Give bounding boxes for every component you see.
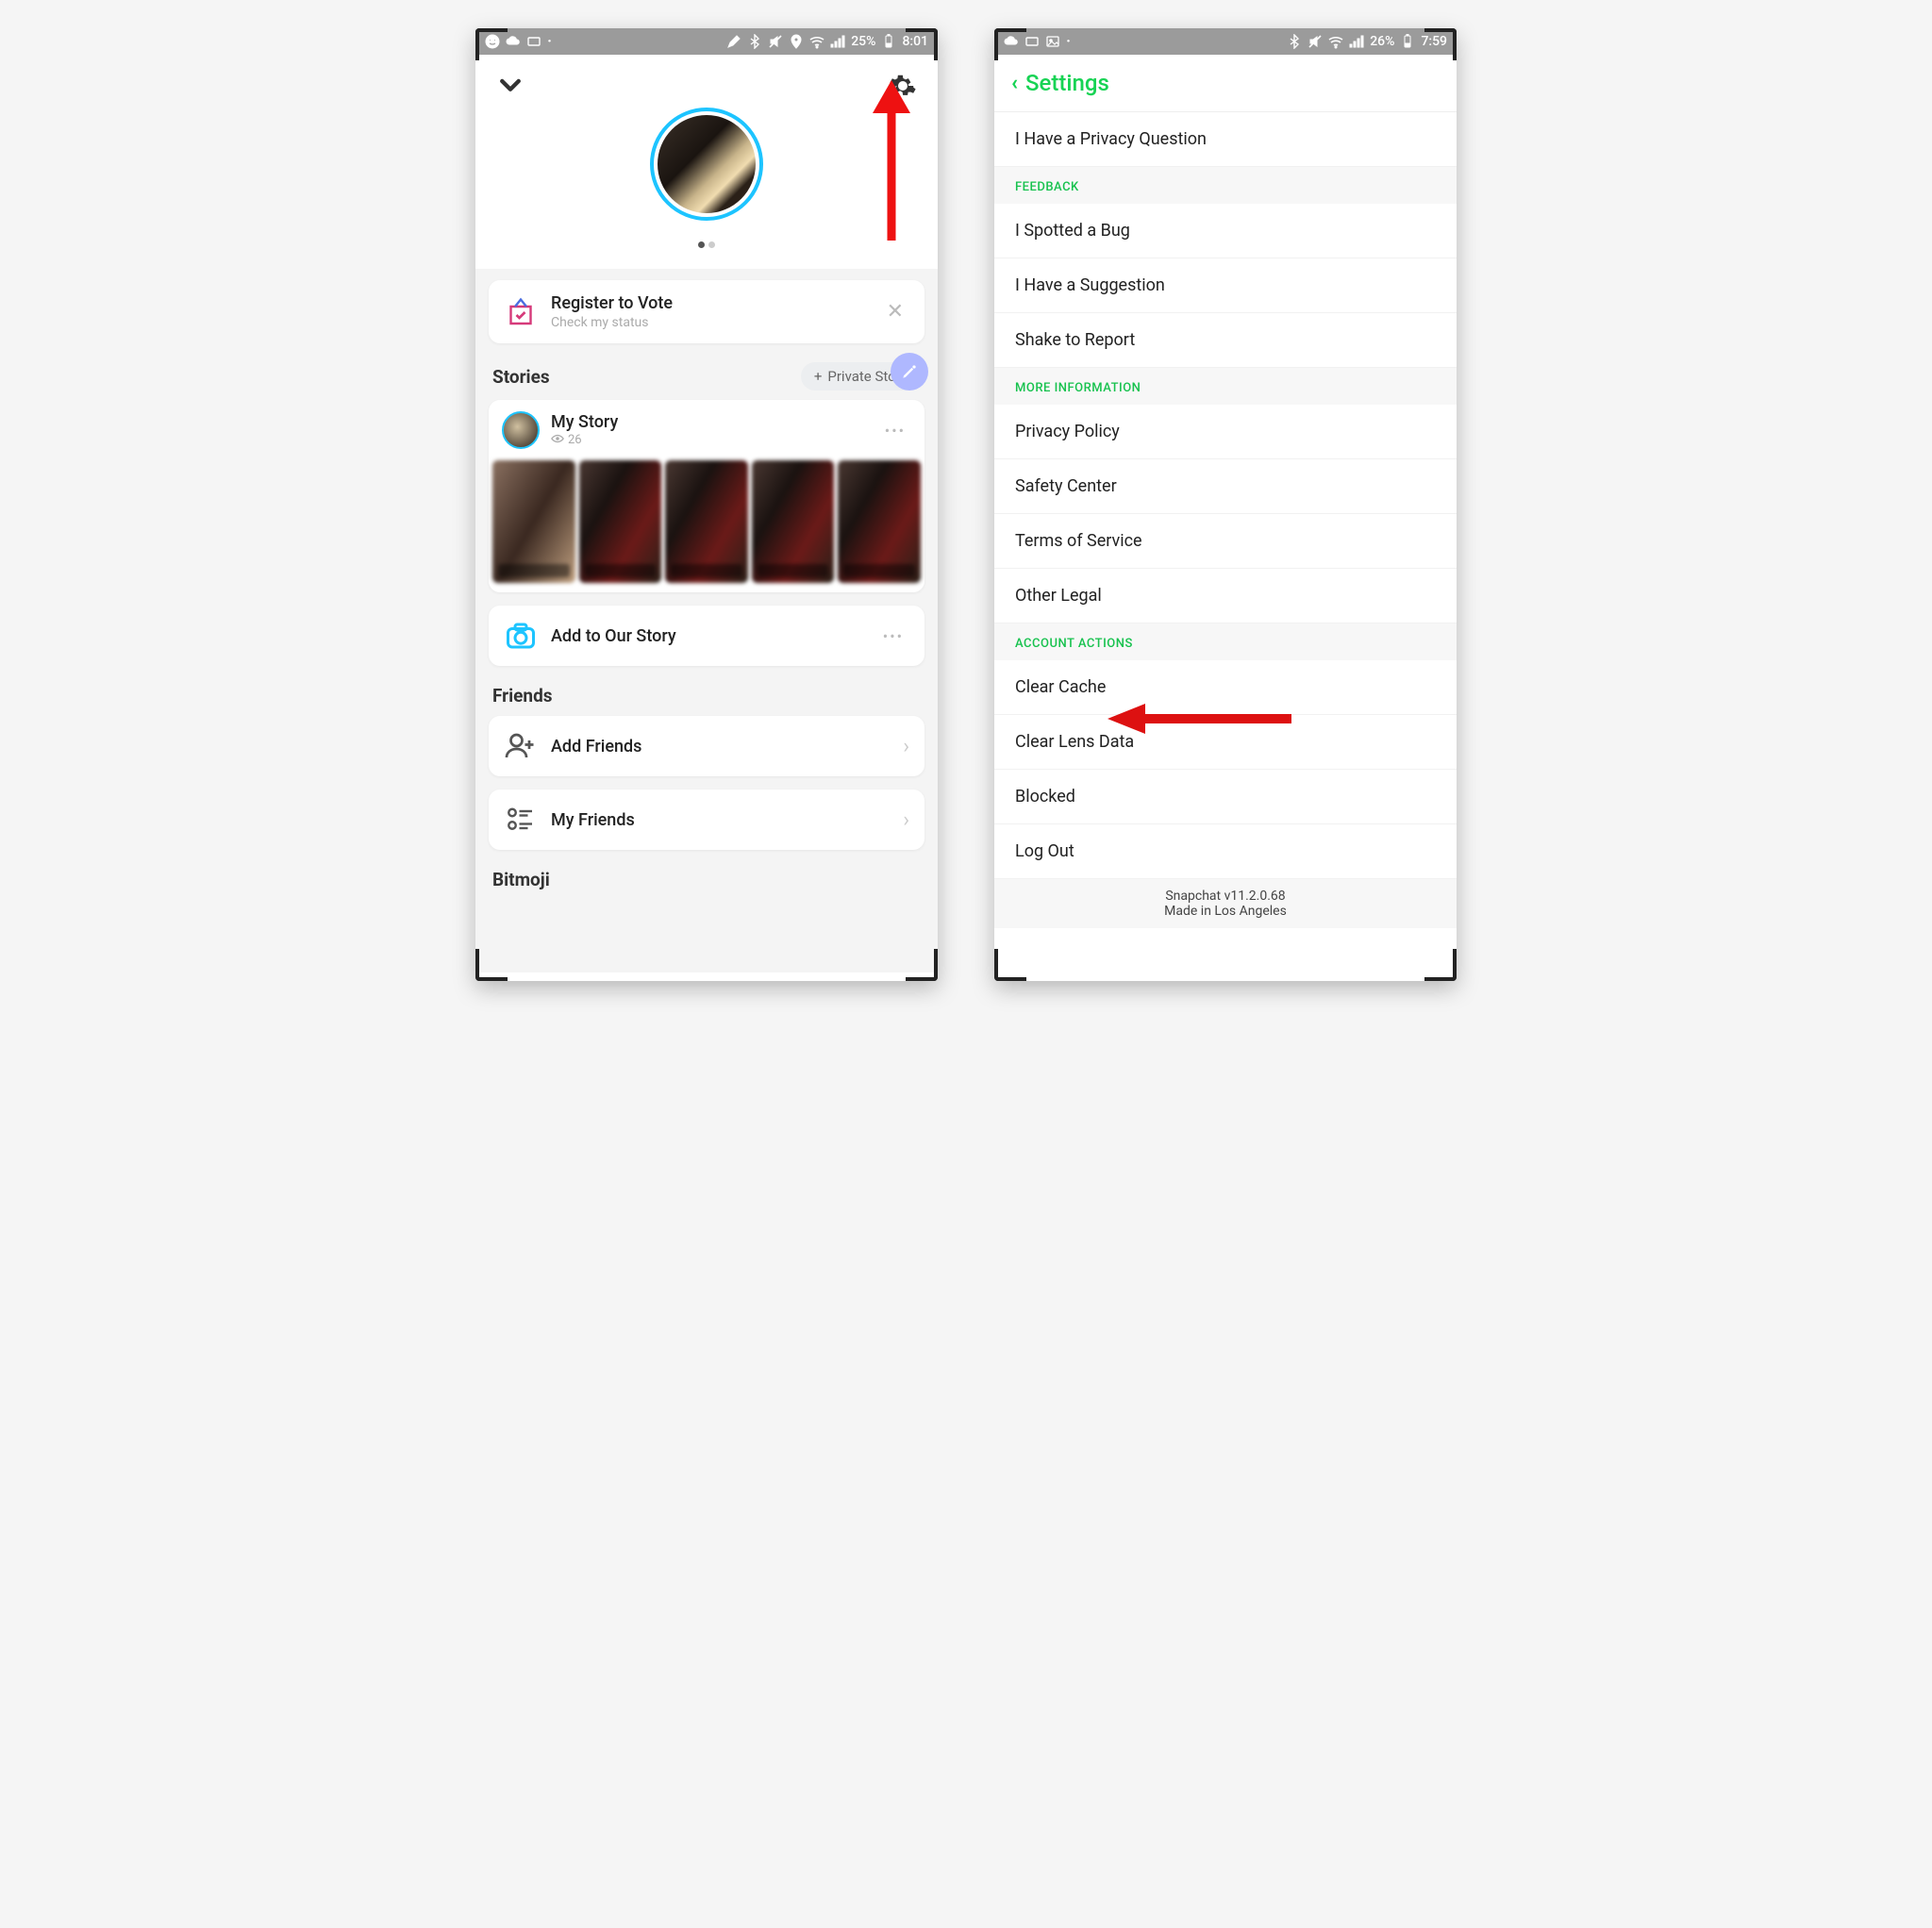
- frame-corner: [906, 28, 938, 60]
- logout-row[interactable]: Log Out: [994, 824, 1457, 879]
- card-icon: [1024, 34, 1040, 49]
- shake-report-row[interactable]: Shake to Report: [994, 313, 1457, 368]
- tos-row[interactable]: Terms of Service: [994, 514, 1457, 569]
- add-friends-label: Add Friends: [551, 737, 641, 756]
- eye-icon: [551, 432, 564, 449]
- battery-icon: [881, 34, 896, 49]
- my-story-card[interactable]: My Story 26 •••: [489, 400, 924, 592]
- profile-screen: · 25% 8:01: [475, 28, 938, 981]
- clear-cache-row[interactable]: Clear Cache: [994, 660, 1457, 715]
- vote-subtitle: Check my status: [551, 315, 673, 330]
- battery-text: 26%: [1370, 34, 1394, 49]
- settings-footer: Snapchat v11.2.0.68 Made in Los Angeles: [994, 879, 1457, 928]
- my-story-label: My Story: [551, 412, 618, 432]
- settings-screen: · 26% 7:59 ‹ Settings I Have a Privacy Q…: [994, 28, 1457, 981]
- status-bar: · 25% 8:01: [475, 28, 938, 55]
- view-count: 26: [568, 433, 582, 447]
- battery-icon: [1400, 34, 1415, 49]
- story-thumb[interactable]: [752, 460, 835, 583]
- overflow-dot: ·: [1066, 32, 1071, 52]
- add-our-story-label: Add to Our Story: [551, 626, 676, 646]
- clear-lens-row[interactable]: Clear Lens Data: [994, 715, 1457, 770]
- privacy-policy-row[interactable]: Privacy Policy: [994, 405, 1457, 459]
- friends-heading: Friends: [489, 679, 924, 716]
- story-avatar: [502, 411, 540, 449]
- settings-title: Settings: [1025, 70, 1109, 96]
- story-thumb[interactable]: [838, 460, 921, 583]
- friends-list-icon: [504, 803, 538, 837]
- signal-icon: [830, 34, 845, 49]
- story-thumb[interactable]: [492, 460, 575, 583]
- avatar[interactable]: [650, 108, 763, 221]
- overflow-dot: ·: [547, 32, 552, 52]
- cloud-icon: [506, 34, 521, 49]
- group-account-actions: ACCOUNT ACTIONS: [994, 623, 1457, 660]
- story-thumb[interactable]: [665, 460, 748, 583]
- story-thumb[interactable]: [579, 460, 662, 583]
- more-icon[interactable]: •••: [877, 622, 909, 651]
- frame-corner: [475, 28, 508, 60]
- mute-icon: [768, 34, 783, 49]
- signal-icon: [1349, 34, 1364, 49]
- version-text: Snapchat v11.2.0.68: [994, 889, 1457, 904]
- add-our-story-row[interactable]: Add to Our Story •••: [489, 606, 924, 666]
- chevron-down-icon[interactable]: [496, 72, 525, 100]
- story-thumbnails[interactable]: [489, 460, 924, 592]
- compose-fab[interactable]: [891, 353, 928, 391]
- group-feedback: FEEDBACK: [994, 167, 1457, 204]
- back-icon[interactable]: ‹: [1011, 72, 1018, 95]
- made-in-text: Made in Los Angeles: [994, 904, 1457, 919]
- my-friends-label: My Friends: [551, 810, 635, 830]
- blocked-row[interactable]: Blocked: [994, 770, 1457, 824]
- wifi-icon: [809, 34, 824, 49]
- chevron-right-icon: ›: [903, 735, 909, 758]
- frame-corner: [994, 949, 1026, 981]
- add-friends-row[interactable]: Add Friends ›: [489, 716, 924, 776]
- my-friends-row[interactable]: My Friends ›: [489, 789, 924, 850]
- other-legal-row[interactable]: Other Legal: [994, 569, 1457, 623]
- stories-heading: Stories: [492, 366, 550, 388]
- plus-icon: +: [814, 368, 823, 385]
- register-vote-card[interactable]: Register to Vote Check my status ✕: [489, 280, 924, 343]
- vote-title: Register to Vote: [551, 293, 673, 313]
- safety-center-row[interactable]: Safety Center: [994, 459, 1457, 514]
- frame-corner: [475, 949, 508, 981]
- page-indicator: [475, 221, 938, 269]
- frame-corner: [1424, 949, 1457, 981]
- settings-header: ‹ Settings: [994, 55, 1457, 112]
- more-icon[interactable]: •••: [879, 416, 911, 445]
- bluetooth-icon: [747, 34, 762, 49]
- battery-text: 25%: [851, 34, 875, 49]
- story-views: 26: [551, 432, 618, 449]
- gear-icon[interactable]: [889, 72, 917, 100]
- bluetooth-icon: [1287, 34, 1302, 49]
- bitmoji-heading: Bitmoji: [489, 863, 924, 896]
- close-icon[interactable]: ✕: [881, 296, 909, 327]
- camera-icon: [504, 619, 538, 653]
- bug-row[interactable]: I Spotted a Bug: [994, 204, 1457, 258]
- group-more-info: MORE INFORMATION: [994, 368, 1457, 405]
- status-bar: · 26% 7:59: [994, 28, 1457, 55]
- add-friend-icon: [504, 729, 538, 763]
- frame-corner: [994, 28, 1026, 60]
- pencil-icon: [726, 34, 741, 49]
- chevron-right-icon: ›: [903, 808, 909, 832]
- suggestion-row[interactable]: I Have a Suggestion: [994, 258, 1457, 313]
- privacy-question-row[interactable]: I Have a Privacy Question: [994, 112, 1457, 167]
- frame-corner: [906, 949, 938, 981]
- frame-corner: [1424, 28, 1457, 60]
- card-icon: [526, 34, 541, 49]
- image-icon: [1045, 34, 1060, 49]
- wifi-icon: [1328, 34, 1343, 49]
- mute-icon: [1307, 34, 1323, 49]
- vote-icon: [504, 295, 538, 329]
- location-icon: [789, 34, 804, 49]
